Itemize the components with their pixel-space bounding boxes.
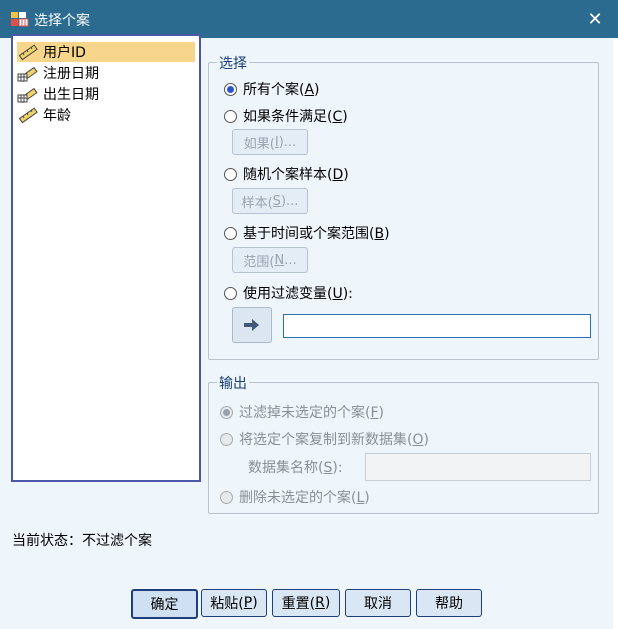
current-status: 当前状态：不过滤个案 xyxy=(12,533,152,549)
variable-item-register-date[interactable]: 注册日期 xyxy=(17,63,99,83)
ruler-scale-icon xyxy=(18,44,38,61)
spss-app-icon xyxy=(10,10,30,28)
radio-unselected-disabled-icon xyxy=(220,490,233,504)
help-button[interactable]: 帮助 xyxy=(416,589,482,617)
variable-label: 出生日期 xyxy=(43,87,99,103)
all-cases-label: 所有个案(A) xyxy=(243,82,320,98)
select-cases-dialog: 选择个案 ✕ 用户ID 注册日期 出生日期 年龄 选择 所有个案(A) 如果条件… xyxy=(0,0,618,629)
move-variable-button[interactable] xyxy=(232,307,272,343)
ok-button[interactable]: 确定 xyxy=(131,589,198,619)
if-condition-radio[interactable]: 如果条件满足(C) xyxy=(224,106,348,126)
copy-to-dataset-radio: 将选定个案复制到新数据集(O) xyxy=(220,429,429,449)
radio-unselected-icon xyxy=(224,167,237,181)
time-or-range-radio[interactable]: 基于时间或个案范围(B) xyxy=(224,223,390,243)
filter-variable-label: 使用过滤变量(U): xyxy=(243,286,353,302)
variable-item-user-id[interactable]: 用户ID xyxy=(17,42,195,62)
filter-variable-field[interactable] xyxy=(283,314,591,338)
filter-variable-radio[interactable]: 使用过滤变量(U): xyxy=(224,283,353,303)
if-button[interactable]: 如果(I)... xyxy=(232,129,308,155)
reset-button[interactable]: 重置(R) xyxy=(272,589,340,617)
output-group-legend: 输出 xyxy=(217,373,249,393)
calendar-scale-icon xyxy=(17,66,38,82)
radio-selected-icon xyxy=(224,82,237,96)
random-sample-label: 随机个案样本(D) xyxy=(243,167,349,183)
filter-out-label: 过滤掉未选定的个案(F) xyxy=(239,405,384,421)
paste-button[interactable]: 粘贴(P) xyxy=(201,589,267,617)
window-edge xyxy=(613,38,618,629)
radio-selected-disabled-icon xyxy=(220,405,233,419)
delete-unselected-label: 删除未选定的个案(L) xyxy=(239,490,370,506)
dataset-name-label: 数据集名称(S): xyxy=(248,460,343,476)
calendar-scale-icon xyxy=(17,87,38,103)
filter-out-radio: 过滤掉未选定的个案(F) xyxy=(220,402,384,422)
variable-item-age[interactable]: 年龄 xyxy=(17,105,71,125)
window-title: 选择个案 xyxy=(34,13,90,29)
delete-unselected-radio: 删除未选定的个案(L) xyxy=(220,487,370,507)
close-icon: ✕ xyxy=(587,8,603,30)
variable-label: 注册日期 xyxy=(43,66,99,82)
radio-unselected-icon xyxy=(224,109,237,123)
title-bar: 选择个案 ✕ xyxy=(0,0,618,38)
copy-to-dataset-label: 将选定个案复制到新数据集(O) xyxy=(239,432,429,448)
all-cases-radio[interactable]: 所有个案(A) xyxy=(224,79,320,99)
variable-label: 用户ID xyxy=(43,45,86,61)
time-or-range-label: 基于时间或个案范围(B) xyxy=(243,226,390,242)
range-button[interactable]: 范围(N... xyxy=(232,247,308,273)
ruler-scale-icon xyxy=(18,107,38,124)
variable-item-birth-date[interactable]: 出生日期 xyxy=(17,84,99,104)
radio-unselected-icon xyxy=(224,286,237,300)
select-group-legend: 选择 xyxy=(217,53,249,73)
dataset-name-field xyxy=(365,453,591,481)
variable-label: 年龄 xyxy=(43,108,71,124)
radio-unselected-disabled-icon xyxy=(220,432,233,446)
cancel-button[interactable]: 取消 xyxy=(345,589,411,617)
random-sample-radio[interactable]: 随机个案样本(D) xyxy=(224,164,349,184)
variable-list[interactable]: 用户ID 注册日期 出生日期 年龄 xyxy=(11,34,201,482)
close-button[interactable]: ✕ xyxy=(572,0,618,38)
sample-button[interactable]: 样本(S)... xyxy=(232,188,308,214)
radio-unselected-icon xyxy=(224,226,237,240)
arrow-right-icon xyxy=(244,319,259,331)
if-condition-label: 如果条件满足(C) xyxy=(243,109,348,125)
